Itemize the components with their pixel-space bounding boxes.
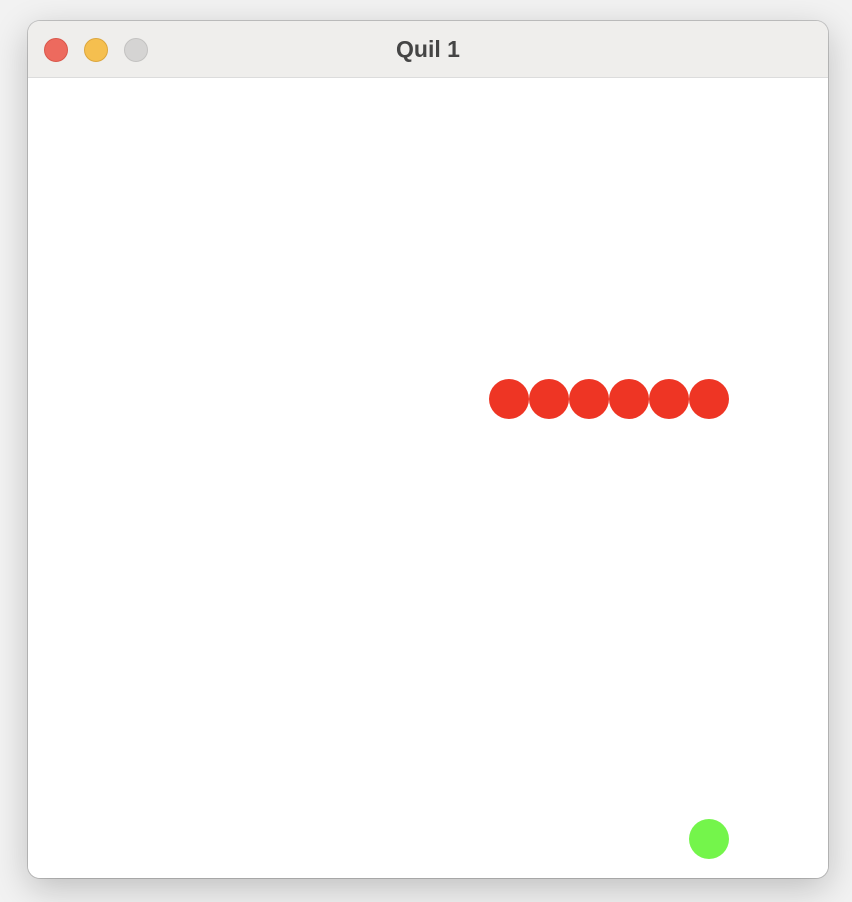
snake-head: [689, 379, 729, 419]
window-title: Quil 1: [396, 36, 460, 62]
snake-segment: [569, 379, 609, 419]
snake-segment: [529, 379, 569, 419]
food-pellet: [689, 819, 729, 859]
snake-segment: [609, 379, 649, 419]
snake-segment: [489, 379, 529, 419]
game-board: [489, 379, 729, 859]
title-bar[interactable]: Quil 1: [28, 21, 828, 78]
game-canvas[interactable]: [28, 78, 828, 878]
app-window: Quil 1: [28, 21, 828, 878]
snake-segment: [649, 379, 689, 419]
